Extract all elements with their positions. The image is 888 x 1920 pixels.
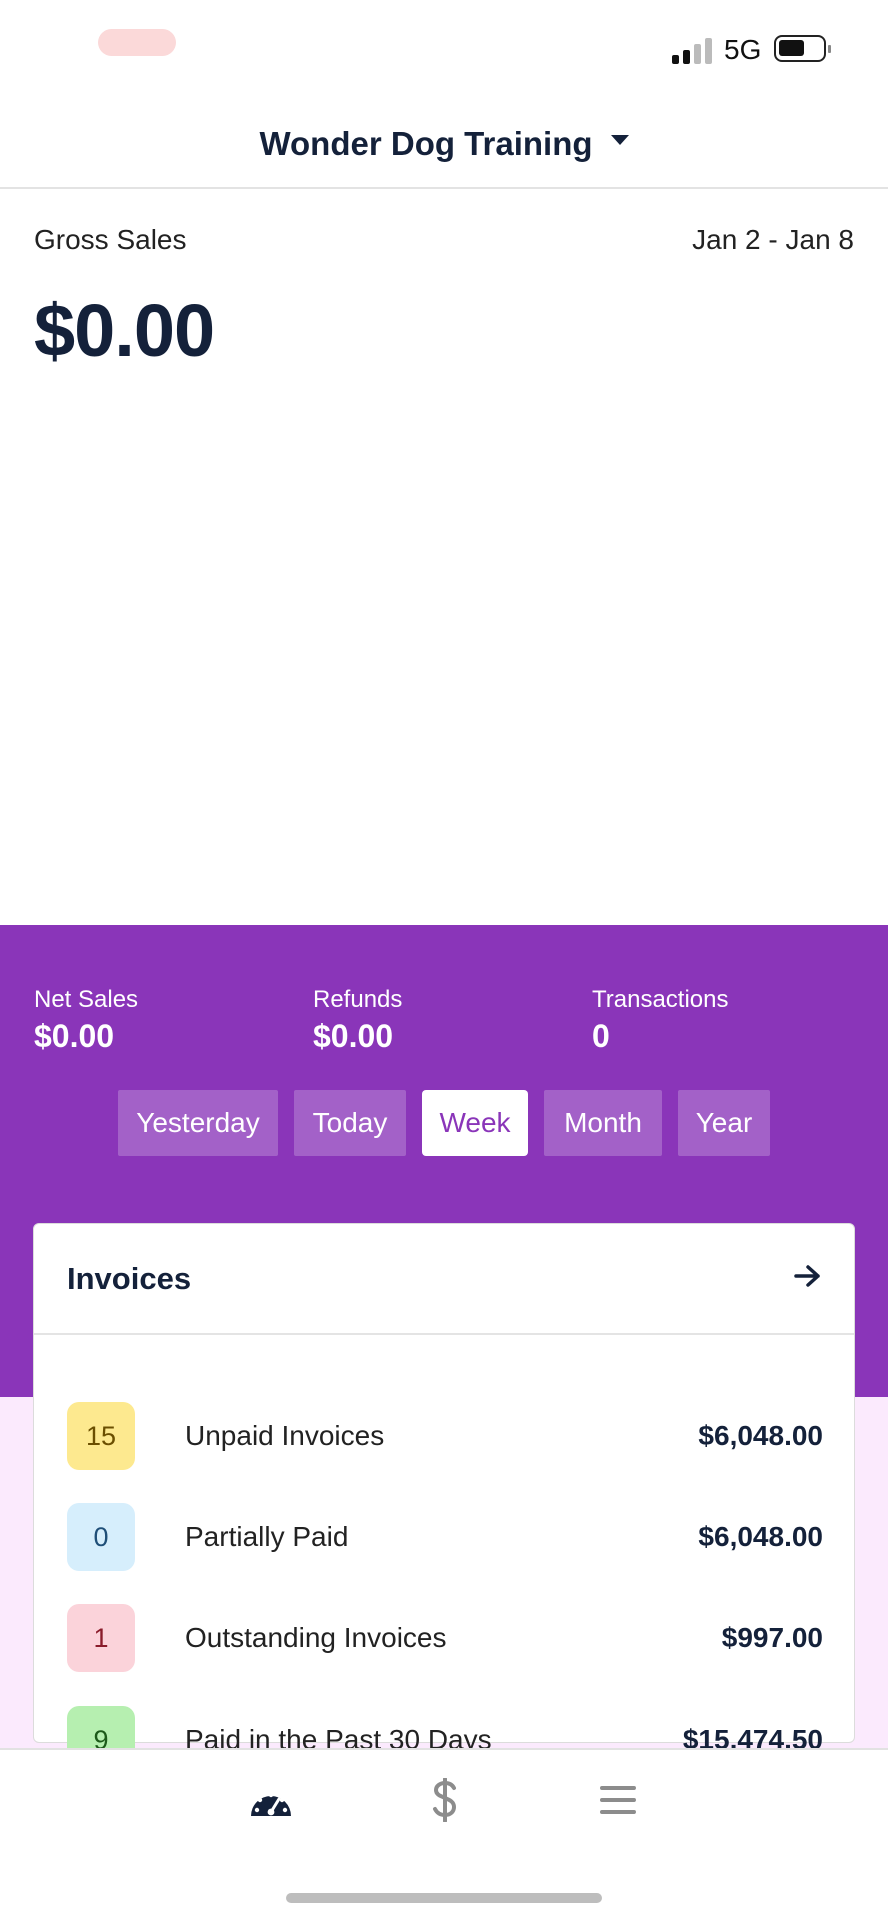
period-selector: Yesterday Today Week Month Year bbox=[0, 1090, 888, 1156]
invoice-row-label: Outstanding Invoices bbox=[185, 1622, 447, 1653]
invoice-row-amount: $6,048.00 bbox=[698, 1420, 823, 1451]
tab-payments[interactable] bbox=[410, 1772, 480, 1832]
invoices-header[interactable]: Invoices bbox=[34, 1224, 854, 1335]
period-yesterday-button[interactable]: Yesterday bbox=[118, 1090, 278, 1156]
period-today-button[interactable]: Today bbox=[294, 1090, 406, 1156]
period-year-button[interactable]: Year bbox=[678, 1090, 770, 1156]
stat-label: Transactions bbox=[592, 986, 729, 1013]
count-badge: 1 bbox=[67, 1604, 135, 1672]
invoice-row-amount: $6,048.00 bbox=[698, 1521, 823, 1552]
net-sales-stat: Net Sales $0.00 bbox=[34, 986, 138, 1055]
invoice-row-label: Unpaid Invoices bbox=[185, 1420, 385, 1451]
gross-sales-value: $0.00 bbox=[34, 289, 215, 372]
count-badge: 15 bbox=[67, 1402, 135, 1470]
network-label: 5G bbox=[724, 34, 762, 65]
gross-sales-label: Gross Sales bbox=[34, 224, 187, 255]
date-range: Jan 2 - Jan 8 bbox=[692, 224, 854, 255]
business-selector[interactable]: Wonder Dog Training bbox=[259, 124, 629, 163]
signal-icon bbox=[672, 38, 714, 64]
dashboard-icon bbox=[248, 1782, 294, 1823]
invoice-row-amount: $997.00 bbox=[721, 1622, 823, 1653]
refunds-stat: Refunds $0.00 bbox=[313, 986, 402, 1055]
stat-label: Refunds bbox=[313, 986, 403, 1013]
stat-value: $0.00 bbox=[34, 1018, 115, 1054]
invoice-row-outstanding[interactable]: 1 Outstanding Invoices $997.00 bbox=[67, 1604, 823, 1672]
arrow-right-icon[interactable] bbox=[794, 1264, 822, 1293]
business-name: Wonder Dog Training bbox=[259, 124, 593, 162]
count-badge: 0 bbox=[67, 1503, 135, 1571]
invoice-row-unpaid[interactable]: 15 Unpaid Invoices $6,048.00 bbox=[67, 1402, 823, 1470]
transactions-stat: Transactions 0 bbox=[592, 986, 729, 1055]
menu-icon bbox=[600, 1784, 636, 1821]
invoice-row-partial[interactable]: 0 Partially Paid $6,048.00 bbox=[67, 1503, 823, 1571]
caret-down-icon bbox=[610, 134, 629, 145]
tab-menu[interactable] bbox=[583, 1772, 653, 1832]
status-bar: 5G bbox=[0, 0, 888, 100]
recording-indicator bbox=[98, 29, 176, 56]
app-header: Wonder Dog Training bbox=[0, 100, 888, 189]
invoices-card: Invoices 15 Unpaid Invoices $6,048.00 0 … bbox=[33, 1223, 855, 1774]
period-week-button[interactable]: Week bbox=[422, 1090, 528, 1156]
stat-label: Net Sales bbox=[34, 986, 139, 1013]
invoices-title: Invoices bbox=[67, 1260, 192, 1296]
dollar-icon bbox=[430, 1776, 460, 1827]
invoice-row-label: Partially Paid bbox=[185, 1521, 349, 1552]
battery-icon bbox=[774, 35, 831, 62]
home-indicator[interactable] bbox=[286, 1893, 602, 1903]
stat-value: 0 bbox=[592, 1018, 610, 1054]
tab-dashboard[interactable] bbox=[236, 1772, 306, 1832]
stat-value: $0.00 bbox=[313, 1018, 394, 1054]
period-month-button[interactable]: Month bbox=[544, 1090, 662, 1156]
